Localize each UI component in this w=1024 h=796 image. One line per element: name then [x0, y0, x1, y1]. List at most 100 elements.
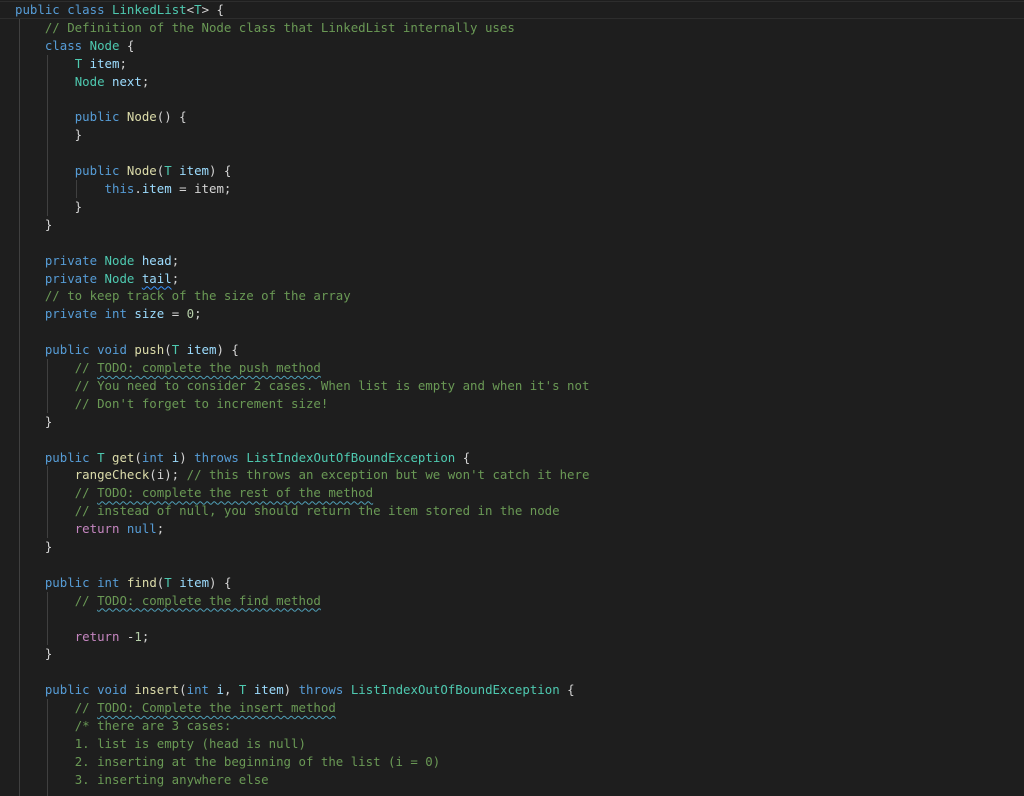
code-line[interactable]: Node next;: [15, 73, 150, 91]
code-line[interactable]: public class LinkedList<T> {: [15, 1, 224, 19]
code-token: ) {: [209, 574, 232, 590]
code-token: //: [74, 360, 98, 375]
code-line[interactable]: public int find(T item) {: [15, 574, 232, 592]
code-line[interactable]: public T get(int i) throws ListIndexOutO…: [15, 449, 470, 467]
code-line[interactable]: // instead of null, you should return th…: [15, 502, 560, 520]
code-line[interactable]: // Don't forget to increment size!: [15, 395, 329, 413]
code-line[interactable]: }: [15, 538, 52, 556]
code-token: public: [44, 682, 90, 698]
code-token: ): [179, 449, 195, 465]
code-token: T: [164, 574, 172, 590]
code-token: /* there are 3 cases:: [74, 718, 232, 733]
code-line[interactable]: private Node tail;: [15, 270, 179, 288]
code-token: .: [134, 181, 142, 196]
code-line[interactable]: 2. inserting at the beginning of the lis…: [15, 753, 441, 771]
code-line[interactable]: }: [15, 413, 52, 431]
code-token: T: [164, 163, 172, 179]
code-line[interactable]: private int size = 0;: [15, 305, 202, 323]
code-line[interactable]: public void insert(int i, T item) throws…: [15, 681, 575, 699]
code-line[interactable]: class Node {: [15, 37, 135, 55]
code-token: i: [216, 682, 224, 698]
code-line[interactable]: T item;: [15, 55, 127, 73]
code-token: void: [97, 682, 127, 698]
code-token: ) {: [216, 342, 239, 358]
code-line[interactable]: }: [15, 198, 82, 216]
code-line[interactable]: public Node() {: [15, 108, 187, 126]
code-token: ;: [171, 270, 180, 286]
code-line[interactable]: return null;: [15, 520, 165, 538]
code-editor[interactable]: public class LinkedList<T> { // Definiti…: [0, 0, 1024, 796]
code-token: // Don't forget to increment size!: [74, 395, 329, 411]
code-token: ) {: [209, 163, 232, 179]
code-line[interactable]: return -1;: [15, 628, 150, 646]
code-token: ;: [156, 521, 165, 537]
code-token: rangeCheck: [74, 467, 150, 483]
code-line[interactable]: // TODO: complete the push method: [15, 359, 321, 377]
code-token: }: [15, 646, 53, 662]
code-token: 0: [186, 306, 195, 322]
code-line[interactable]: private Node head;: [15, 252, 179, 270]
code-token: size: [134, 306, 165, 322]
code-token: item: [179, 574, 210, 590]
code-line[interactable]: // You need to consider 2 cases. When li…: [15, 377, 590, 395]
code-token: (i);: [149, 467, 187, 483]
code-token: ;: [171, 252, 180, 268]
code-token: ;: [141, 73, 150, 89]
code-token: () {: [156, 109, 187, 125]
code-token: class: [67, 2, 105, 17]
code-line[interactable]: }: [15, 645, 52, 663]
code-token: Node: [104, 270, 135, 286]
code-token: <: [186, 2, 195, 17]
code-token: = item;: [171, 181, 232, 196]
code-line[interactable]: public Node(T item) {: [15, 162, 232, 180]
code-line[interactable]: // to keep track of the size of the arra…: [15, 287, 351, 305]
code-line[interactable]: }: [15, 216, 52, 234]
code-line[interactable]: rangeCheck(i); // this throws an excepti…: [15, 466, 590, 484]
code-token: ;: [141, 628, 150, 644]
code-token: -: [119, 628, 135, 644]
code-token: }: [15, 539, 53, 554]
code-token: public: [15, 2, 60, 17]
code-line[interactable]: /* there are 3 cases:: [15, 717, 232, 735]
code-token: null: [126, 521, 157, 537]
code-token: ;: [119, 55, 127, 71]
code-line[interactable]: public void push(T item) {: [15, 341, 239, 359]
code-line[interactable]: 1. list is empty (head is null): [15, 735, 306, 753]
code-token: Node: [126, 109, 157, 125]
code-token: =: [164, 306, 187, 322]
code-token: class: [44, 37, 83, 53]
code-line[interactable]: // Definition of the Node class that Lin…: [15, 19, 515, 37]
code-line[interactable]: 3. inserting anywhere else: [15, 771, 269, 789]
code-line[interactable]: // TODO: complete the rest of the method: [15, 484, 373, 502]
code-line[interactable]: // TODO: Complete the insert method: [15, 699, 336, 717]
code-token: TODO: complete the find method: [97, 592, 321, 608]
code-token: item: [186, 342, 217, 358]
code-token: //: [74, 700, 98, 716]
code-line[interactable]: // TODO: complete the find method: [15, 592, 321, 610]
code-line[interactable]: }: [15, 126, 82, 144]
code-line[interactable]: this.item = item;: [15, 180, 232, 198]
